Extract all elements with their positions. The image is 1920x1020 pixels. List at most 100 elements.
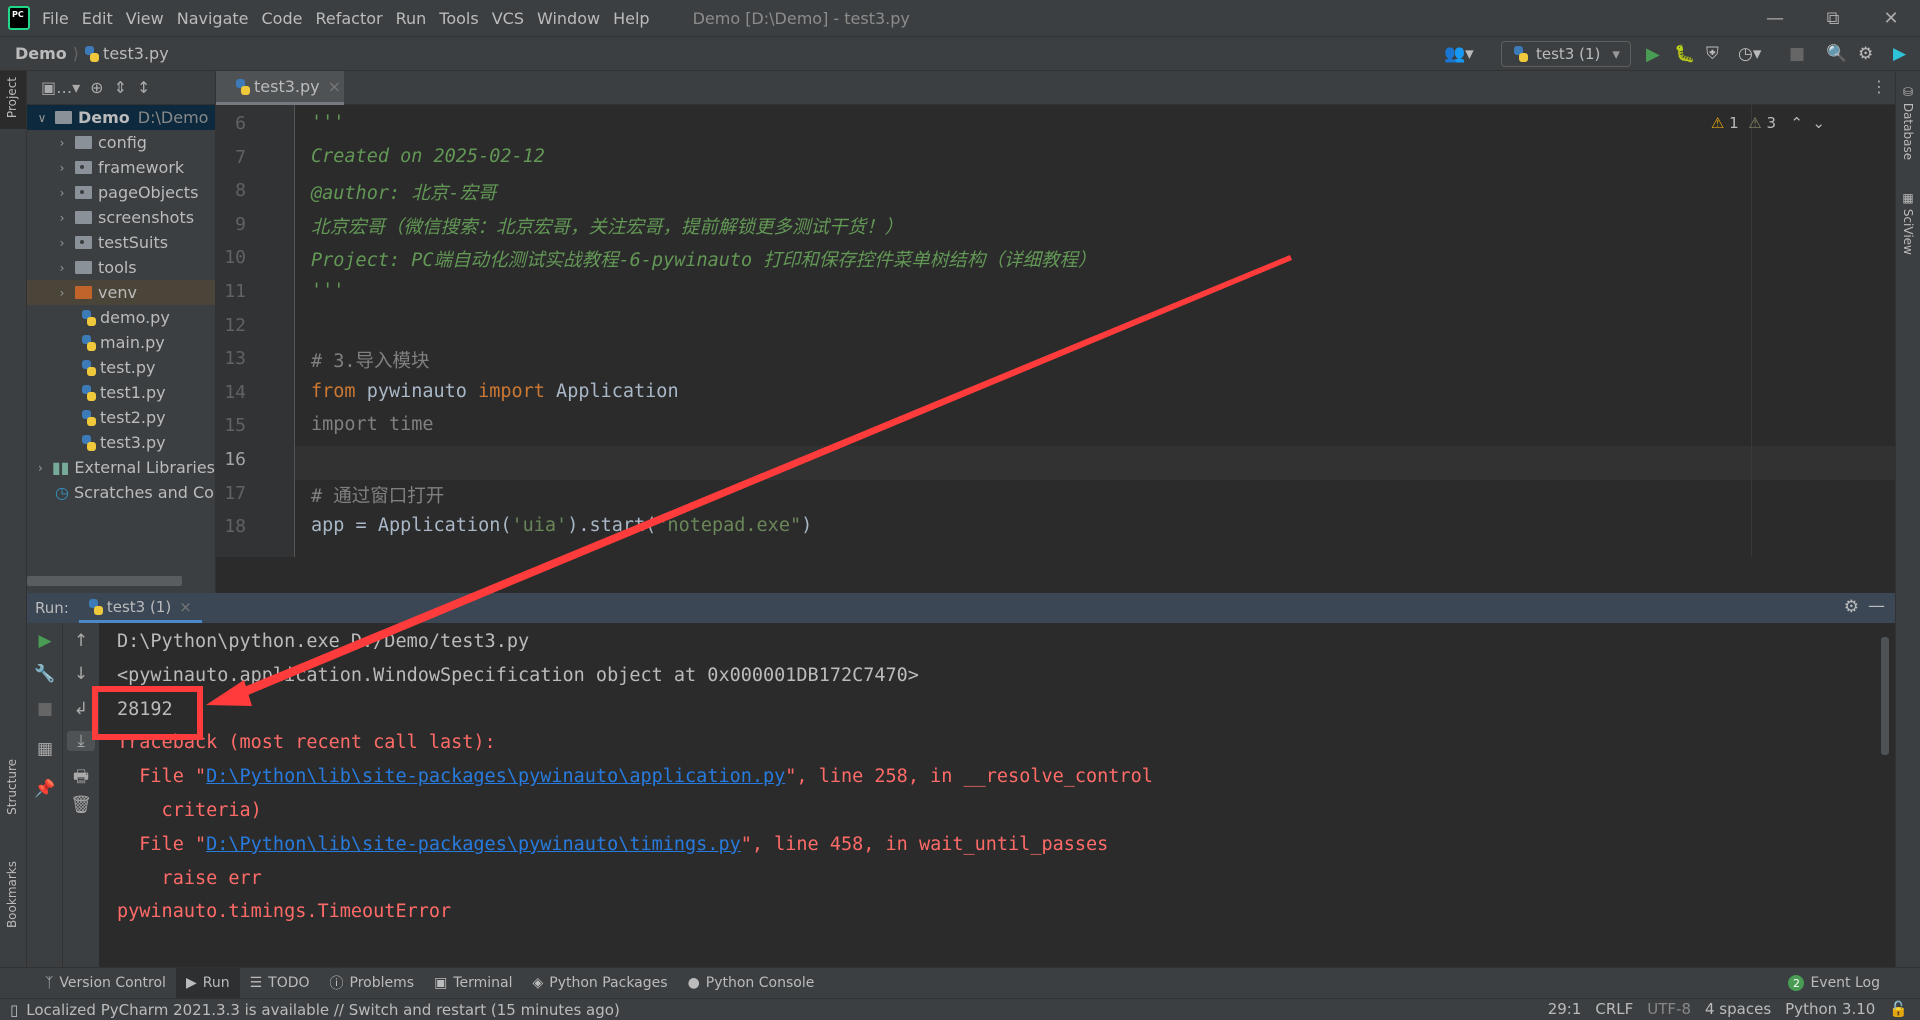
breadcrumb-project[interactable]: Demo [15,44,67,63]
print-icon[interactable]: 🖶 [63,764,99,793]
database-tool-button[interactable]: ⛁ Database [1901,85,1915,160]
menu-file[interactable]: File [42,9,69,28]
settings-icon[interactable]: ⚙ [1858,37,1873,71]
close-button[interactable]: ✕ [1862,0,1920,37]
tab-run[interactable]: ▶ Run [175,967,240,999]
layout-icon[interactable]: ▦ [27,739,63,759]
lock-icon[interactable]: 🔓 [1889,1000,1908,1018]
more-icon[interactable]: ⋮ [1871,77,1887,96]
menu-tools[interactable]: Tools [439,9,478,28]
tree-file[interactable]: main.py [27,330,215,355]
code-line: from pywinauto import Application [311,380,679,402]
menu-code[interactable]: Code [262,9,303,28]
tab-test3[interactable]: test3.py × [216,71,344,105]
file-link[interactable]: D:\Python\lib\site-packages\pywinauto\ti… [206,834,741,855]
search-icon[interactable]: 🔍 [1826,37,1847,71]
tab-terminal[interactable]: ▣ Terminal [424,968,522,999]
tree-external-libraries[interactable]: › ▮▮ External Libraries [27,455,215,480]
stop-icon[interactable]: ■ [27,699,63,719]
tree-file[interactable]: demo.py [27,305,215,330]
scroll-to-end-icon[interactable]: ⤓ [67,731,95,751]
menu-edit[interactable]: Edit [82,9,113,28]
coverage-icon[interactable]: ⛨ [1706,37,1719,71]
run-panel: Run: test3 (1) × ⚙ — ▶ 🔧 ■ ▦ 📌 ↑ ↓ ↲ ⤓ 🖶… [27,593,1895,967]
menu-vcs[interactable]: VCS [492,9,524,28]
minimize-button[interactable]: — [1746,0,1804,37]
tree-root[interactable]: ∨ Demo D:\Demo [27,105,215,130]
vertical-scrollbar[interactable] [1881,637,1889,755]
view-select[interactable]: ▣…▾ [41,78,80,97]
menu-view[interactable]: View [126,9,164,28]
tree-item[interactable]: › testSuits [27,230,215,255]
tree-item[interactable]: › tools [27,255,215,280]
up-arrow-icon[interactable]: ↑ [63,631,99,651]
tree-scratches[interactable]: ◷Scratches and Consoles [27,480,215,505]
tool-window-bar: ᛉ Version Control ▶ Run ☰ TODO ⓘ Problems ▣ T… [0,967,1920,999]
restore-button[interactable]: ⧉ [1804,0,1862,37]
menu-refactor[interactable]: Refactor [315,9,382,28]
collapse-all-icon[interactable]: ↕ [137,78,150,97]
horizontal-scrollbar[interactable] [27,576,182,586]
sciview-tool-button[interactable]: ▦ SciView [1901,191,1915,255]
settings-icon[interactable]: ⚙ [1844,597,1859,617]
breadcrumb-file[interactable]: test3.py [103,44,169,63]
stop-icon[interactable]: ■ [1789,37,1805,71]
expand-all-icon[interactable]: ⇕ [114,78,127,97]
run-icon[interactable]: ▶ [1646,37,1660,71]
trash-icon[interactable]: 🗑 [63,795,99,815]
notification-icon[interactable]: ▯ [10,1001,18,1019]
caret-position[interactable]: 29:1 [1548,1000,1582,1018]
close-tab-icon[interactable]: × [328,77,341,96]
debug-icon[interactable]: 🐛 [1674,37,1695,71]
left-tool-strip: Project Structure Bookmarks [0,71,27,967]
tree-item[interactable]: › screenshots [27,205,215,230]
profile-icon[interactable]: ◷▾ [1738,37,1761,71]
tree-file[interactable]: test1.py [27,380,215,405]
tree-item[interactable]: › venv [27,280,215,305]
console-line: <pywinauto.application.WindowSpecificati… [117,664,919,686]
soft-wrap-icon[interactable]: ↲ [63,699,99,719]
library-icon: ▮▮ [51,458,70,477]
line-separator[interactable]: CRLF [1595,1000,1633,1018]
modify-config-icon[interactable]: 🔧 [27,664,63,684]
run-panel-header: Run: test3 (1) × ⚙ — [27,593,1895,623]
tree-file[interactable]: test2.py [27,405,215,430]
structure-tool-button[interactable]: Structure [5,759,19,815]
menu-run[interactable]: Run [396,9,427,28]
python-interpreter[interactable]: Python 3.10 [1785,1000,1875,1018]
menu-navigate[interactable]: Navigate [177,9,249,28]
rerun-icon[interactable]: ▶ [27,631,63,651]
tab-version-control[interactable]: ᛉ Version Control [35,968,176,999]
tree-file[interactable]: test3.py [27,430,215,455]
menu-help[interactable]: Help [613,9,649,28]
tree-item[interactable]: › pageObjects [27,180,215,205]
code-line: app = Application('uia').start("notepad.… [311,515,813,537]
bookmarks-tool-button[interactable]: Bookmarks [5,861,19,928]
run-config-select[interactable]: test3 (1) ▾ [1501,41,1631,67]
tab-python-console[interactable]: ● Python Console [678,968,825,999]
locate-icon[interactable]: ⊕ [90,78,103,97]
tab-python-packages[interactable]: ◈ Python Packages [522,968,677,999]
pin-icon[interactable]: 📌 [27,779,63,799]
tree-item[interactable]: › framework [27,155,215,180]
scratches-icon: ◷ [55,483,69,502]
menu-window[interactable]: Window [537,9,600,28]
file-link[interactable]: D:\Python\lib\site-packages\pywinauto\ap… [206,766,785,787]
tree-item[interactable]: › config [27,130,215,155]
tab-todo[interactable]: ☰ TODO [240,968,320,999]
event-log-button[interactable]: 2 Event Log [1778,968,1890,999]
indent-setting[interactable]: 4 spaces [1705,1000,1771,1018]
user-icon[interactable]: 👥▾ [1444,37,1474,71]
tree-file[interactable]: test.py [27,355,215,380]
close-tab-icon[interactable]: × [179,598,192,616]
status-message[interactable]: Localized PyCharm 2021.3.3 is available … [26,1001,620,1019]
project-tool-button[interactable]: Project [5,77,19,118]
run-tab-test3[interactable]: test3 (1) × [78,593,202,623]
jetbrains-toolbox-icon[interactable]: ▶ [1893,37,1906,71]
hide-icon[interactable]: — [1868,596,1885,616]
down-arrow-icon[interactable]: ↓ [63,664,99,684]
editor: test3.py × ⋮ ⚠ 1 ⚠ 3 ⌃ ⌄ 6 ''' 7 Created on… [216,71,1895,557]
inspection-widget[interactable]: ⚠ 1 ⚠ 3 ⌃ ⌄ [1711,114,1825,132]
file-encoding[interactable]: UTF-8 [1647,1000,1691,1018]
tab-problems[interactable]: ⓘ Problems [320,968,425,999]
